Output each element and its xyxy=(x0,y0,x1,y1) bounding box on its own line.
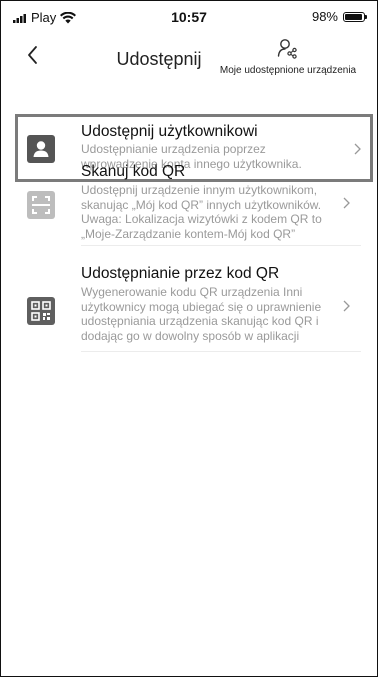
scan-qr-item[interactable]: Skanuj kod QR Udostępnij urządzenie inny… xyxy=(17,163,361,243)
status-bar: Play 10:57 98% xyxy=(1,1,377,31)
item-title: Udostępnij użytkownikowi xyxy=(81,123,258,140)
chevron-left-icon xyxy=(28,46,37,64)
battery-icon xyxy=(343,11,367,22)
chevron-right-icon xyxy=(354,143,361,155)
share-screen: Play 10:57 98% Udostępnij Moje udostępni… xyxy=(0,0,378,677)
status-right: 98% xyxy=(311,9,367,24)
divider xyxy=(81,351,361,352)
item-title: Udostępnianie przez kod QR xyxy=(81,265,280,282)
back-button[interactable] xyxy=(21,41,45,69)
user-icon xyxy=(25,133,57,165)
item-description: Wygenerowanie kodu QR urządzenia Inni uż… xyxy=(81,285,322,343)
qr-code-icon xyxy=(25,295,57,327)
item-title: Skanuj kod QR xyxy=(81,163,186,180)
my-shared-devices-button[interactable]: Moje udostępnione urządzenia xyxy=(213,37,363,81)
chevron-right-icon xyxy=(343,300,350,312)
scan-qr-icon xyxy=(25,189,57,221)
my-shared-devices-label: Moje udostępnione urządzenia xyxy=(219,65,357,76)
chevron-right-icon xyxy=(343,197,350,209)
item-description: Udostępnij urządzenie innym użytkownikom… xyxy=(81,183,322,241)
shared-user-icon xyxy=(277,37,299,59)
page-title: Udostępnij xyxy=(116,49,202,69)
navigation-bar: Udostępnij Moje udostępnione urządzenia xyxy=(1,31,377,87)
divider xyxy=(81,245,361,246)
share-via-qr-item[interactable]: Udostępnianie przez kod QR Wygenerowanie… xyxy=(17,265,361,351)
battery-percent: 98% xyxy=(311,9,338,24)
